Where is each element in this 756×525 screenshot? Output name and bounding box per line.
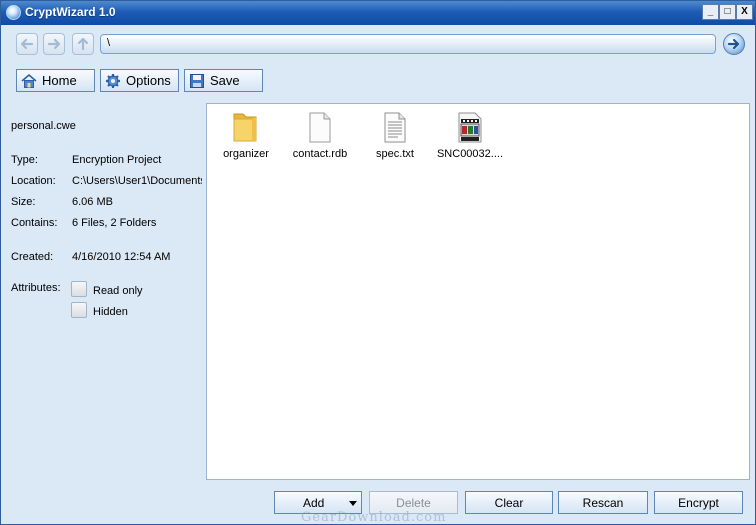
file-name: spec.txt: [376, 148, 414, 160]
created-label: Created:: [11, 251, 54, 263]
arrow-left-icon: [20, 38, 34, 50]
file-item[interactable]: SNC00032....: [433, 110, 507, 160]
file-item[interactable]: spec.txt: [358, 110, 432, 160]
file-icon: [304, 110, 336, 144]
back-button[interactable]: [16, 33, 38, 55]
save-icon: [189, 73, 205, 89]
add-label: Add: [303, 496, 325, 510]
size-value: 6.06 MB: [72, 196, 113, 208]
maximize-button[interactable]: □: [719, 4, 736, 20]
app-window: CryptWizard 1.0 _ □ X \ Home Options Sav…: [0, 0, 756, 525]
encrypt-button[interactable]: Encrypt: [654, 491, 743, 514]
clear-button[interactable]: Clear: [465, 491, 553, 514]
size-label: Size:: [11, 196, 36, 208]
minimize-button[interactable]: _: [702, 4, 719, 20]
hidden-checkbox[interactable]: [71, 302, 87, 318]
close-button[interactable]: X: [736, 4, 753, 20]
file-name: SNC00032....: [436, 148, 504, 160]
hidden-label: Hidden: [93, 306, 128, 318]
created-value: 4/16/2010 12:54 AM: [72, 251, 171, 263]
options-button[interactable]: Options: [100, 69, 179, 92]
chevron-down-icon[interactable]: [349, 501, 357, 506]
forward-button[interactable]: [43, 33, 65, 55]
window-title: CryptWizard 1.0: [25, 5, 116, 19]
location-label: Location:: [11, 175, 56, 187]
gear-icon: [105, 73, 121, 89]
contains-label: Contains:: [11, 217, 58, 229]
attributes-label: Attributes:: [11, 282, 61, 294]
app-logo-icon: [6, 5, 21, 20]
text-file-icon: [379, 110, 411, 144]
file-name: contact.rdb: [292, 148, 348, 160]
type-value: Encryption Project: [72, 154, 162, 166]
media-file-icon: [454, 110, 486, 144]
up-button[interactable]: [72, 33, 94, 55]
file-item[interactable]: organizer: [209, 110, 283, 160]
arrow-right-icon: [47, 38, 61, 50]
project-filename: personal.cwe: [11, 120, 76, 132]
watermark-text: GearDownload.com: [301, 510, 447, 525]
file-name: organizer: [223, 148, 269, 160]
read-only-checkbox[interactable]: [71, 281, 87, 297]
properties-panel: personal.cwe Type: Encryption Project Lo…: [2, 104, 205, 481]
save-button[interactable]: Save: [184, 69, 263, 92]
file-item[interactable]: contact.rdb: [283, 110, 357, 160]
home-icon: [21, 73, 37, 89]
location-value: C:\Users\User1\Documents: [72, 175, 202, 187]
rescan-button[interactable]: Rescan: [558, 491, 648, 514]
read-only-label: Read only: [93, 285, 143, 297]
path-input[interactable]: \: [100, 34, 716, 54]
go-button[interactable]: [723, 33, 745, 55]
file-list[interactable]: organizer contact.rdb spec.txt SNC00032.…: [206, 103, 750, 480]
folder-icon: [230, 110, 262, 144]
go-arrow-icon: [727, 38, 740, 50]
contains-value: 6 Files, 2 Folders: [72, 217, 157, 229]
home-button[interactable]: Home: [16, 69, 95, 92]
options-label: Options: [126, 73, 171, 88]
title-bar: CryptWizard 1.0 _ □ X: [1, 1, 755, 25]
save-label: Save: [210, 73, 240, 88]
home-label: Home: [42, 73, 77, 88]
type-label: Type:: [11, 154, 38, 166]
arrow-up-icon: [77, 37, 89, 51]
